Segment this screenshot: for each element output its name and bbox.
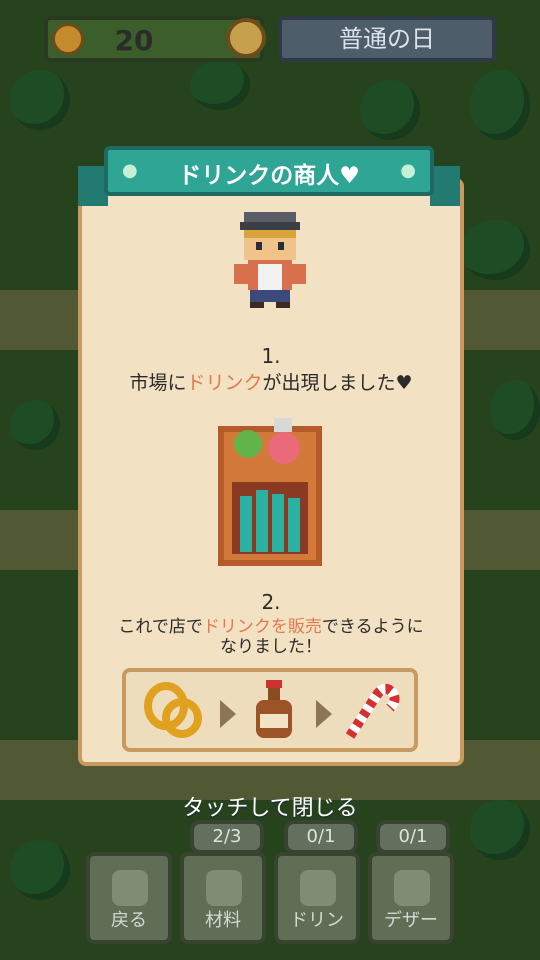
arrow-right-icon — [316, 700, 332, 728]
tab-drinks[interactable]: ドリン — [274, 852, 360, 944]
drink-bottle-icon — [256, 680, 292, 738]
step-1-text: 市場にドリンクが出現しました♥ — [78, 368, 464, 395]
step-2-number: 2. — [261, 590, 281, 614]
tap-to-close-hint[interactable]: タッチして閉じる — [0, 790, 540, 822]
coin-add-icon[interactable] — [226, 18, 266, 58]
tab-desserts-label: デザー — [384, 910, 438, 931]
step-2-text-line-2: なりました！ — [220, 637, 322, 657]
drinks-icon — [300, 870, 336, 906]
coin-counter: 20 — [44, 16, 266, 62]
drinks-count-badge: 0/1 — [284, 820, 358, 854]
product-flow-box — [122, 668, 418, 752]
step-1-text-highlight: ドリンク — [186, 372, 263, 394]
tab-drinks-label: ドリン — [290, 910, 344, 931]
ingredients-icon — [206, 870, 242, 906]
desserts-icon — [394, 870, 430, 906]
desserts-count-badge: 0/1 — [376, 820, 450, 854]
popup-title: ドリンクの商人♥ — [178, 163, 360, 189]
tab-back[interactable]: 戻る — [86, 852, 172, 944]
tab-ingredients-label: 材料 — [205, 910, 241, 931]
drink-stall-icon — [218, 418, 322, 566]
popup-title-banner: ● ドリンクの商人♥ ● — [104, 146, 434, 196]
back-fork-knife-icon — [112, 870, 148, 906]
pretzel-icon — [144, 682, 202, 738]
step-1-number: 1. — [261, 344, 281, 368]
arrow-right-icon — [220, 700, 236, 728]
banner-ribbon-right — [430, 166, 460, 206]
tab-desserts[interactable]: デザー — [368, 852, 454, 944]
ingredients-count-badge: 2/3 — [190, 820, 264, 854]
paw-icon: ● — [400, 160, 416, 181]
tab-back-label: 戻る — [111, 910, 147, 931]
day-label: 普通の日 — [278, 16, 496, 62]
step-1-text-post: が出現しました♥ — [262, 372, 413, 394]
candy-cane-icon — [345, 683, 400, 739]
merchant-character-icon — [234, 212, 306, 308]
tab-ingredients[interactable]: 材料 — [180, 852, 266, 944]
coin-value: 20 — [114, 24, 154, 57]
step-1-text-pre: 市場に — [129, 372, 187, 394]
